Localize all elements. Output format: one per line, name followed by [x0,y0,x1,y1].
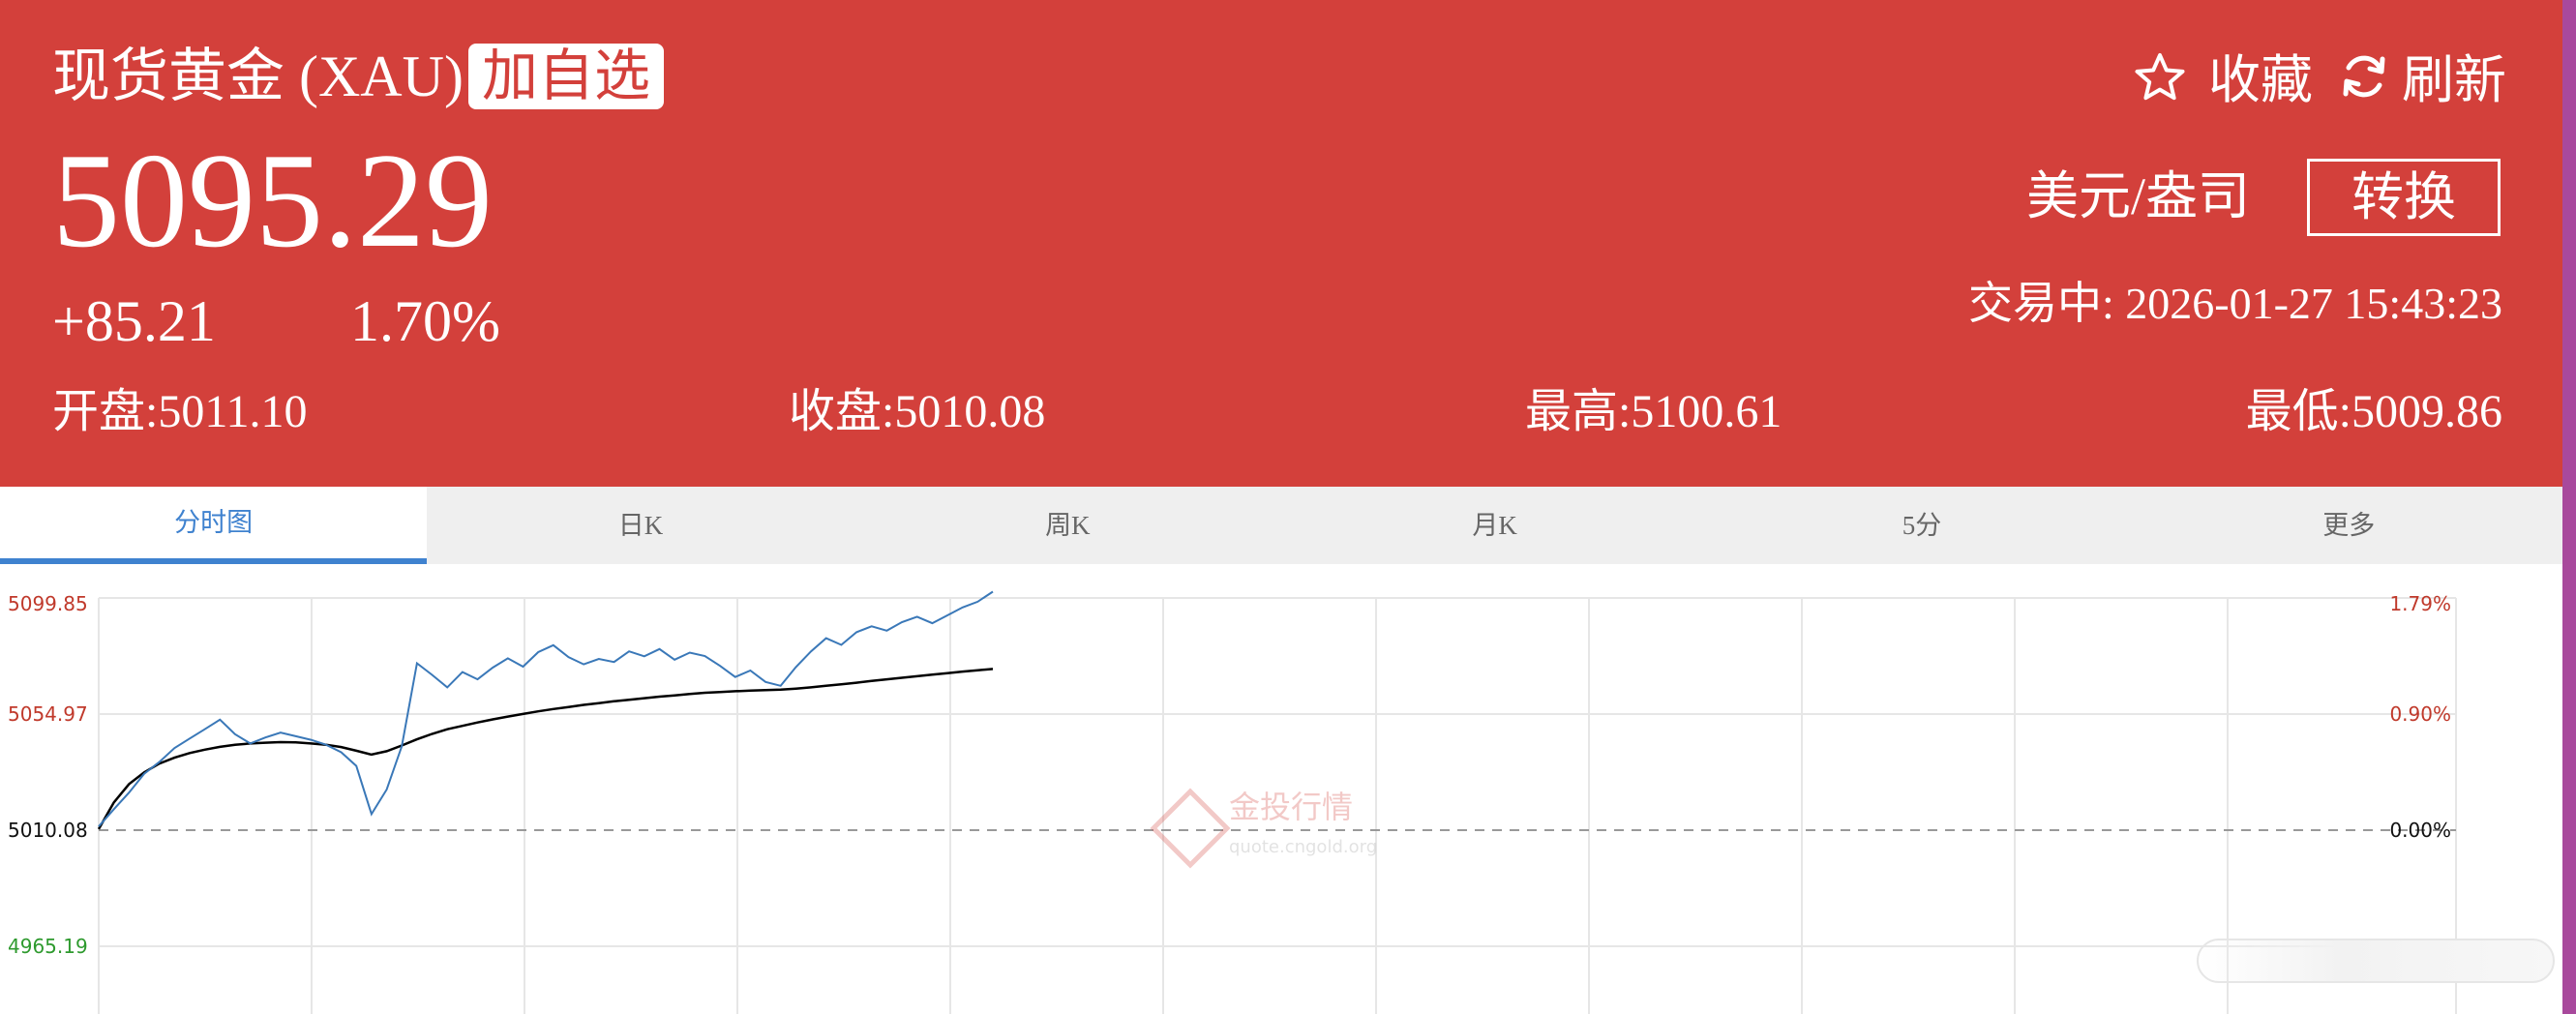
watermark-url: quote.cngold.org [1229,837,1377,857]
window-edge [2562,0,2576,1014]
chart-tabs: 分时图 日K 周K 月K 5分 更多 [0,487,2562,564]
pct-label-base: 0.00% [2389,819,2451,842]
y-label-top: 5099.85 [8,592,88,615]
tab-weekly-k[interactable]: 周K [854,487,1281,564]
price-change: +85.21 [52,289,216,353]
add-watchlist-button[interactable]: 加自选 [468,44,665,109]
low-price: 最低:5009.86 [2245,386,2502,437]
quote-header: 现货黄金 (XAU) 加自选 5095.29 +85.21 1.70% 开盘:5… [0,0,2562,487]
trading-status: 交易中: 2026-01-27 15:43:23 [1968,279,2502,328]
pct-label-upper: 0.90% [2389,702,2451,726]
favorite-button[interactable]: 收藏 [2208,48,2313,112]
convert-button[interactable]: 转换 [2307,159,2501,236]
current-price: 5095.29 [52,126,493,276]
intraday-chart: 金投行情 quote.cngold.org 5099.85 5054.97 50… [8,590,2457,1014]
chart-range-scrollbar[interactable] [2197,939,2555,983]
tab-5min[interactable]: 5分 [1708,487,2135,564]
tab-daily-k[interactable]: 日K [427,487,854,564]
tab-intraday[interactable]: 分时图 [0,487,428,564]
unit-label: 美元/盎司 [2026,167,2251,225]
star-icon[interactable] [2133,50,2187,104]
y-label-upper: 5054.97 [8,702,88,726]
instrument-title: 现货黄金 (XAU) [52,45,464,108]
chart-watermark: 金投行情 quote.cngold.org [1150,788,1377,869]
open-price: 开盘:5011.10 [52,386,308,437]
close-price: 收盘:5010.08 [789,386,1046,437]
y-label-base: 5010.08 [8,819,88,842]
pct-label-top: 1.79% [2389,592,2451,615]
watermark-title: 金投行情 [1229,789,1353,825]
average-price-line [97,668,994,830]
refresh-button[interactable]: 刷新 [2402,48,2506,112]
watermark-logo [1150,788,1231,869]
refresh-icon[interactable] [2338,50,2390,103]
tab-more[interactable]: 更多 [2136,487,2562,564]
high-price: 最高:5100.61 [1525,386,1782,437]
tab-monthly-k[interactable]: 月K [1281,487,1708,564]
y-label-lower: 4965.19 [8,935,88,958]
price-change-percent: 1.70% [350,289,500,353]
